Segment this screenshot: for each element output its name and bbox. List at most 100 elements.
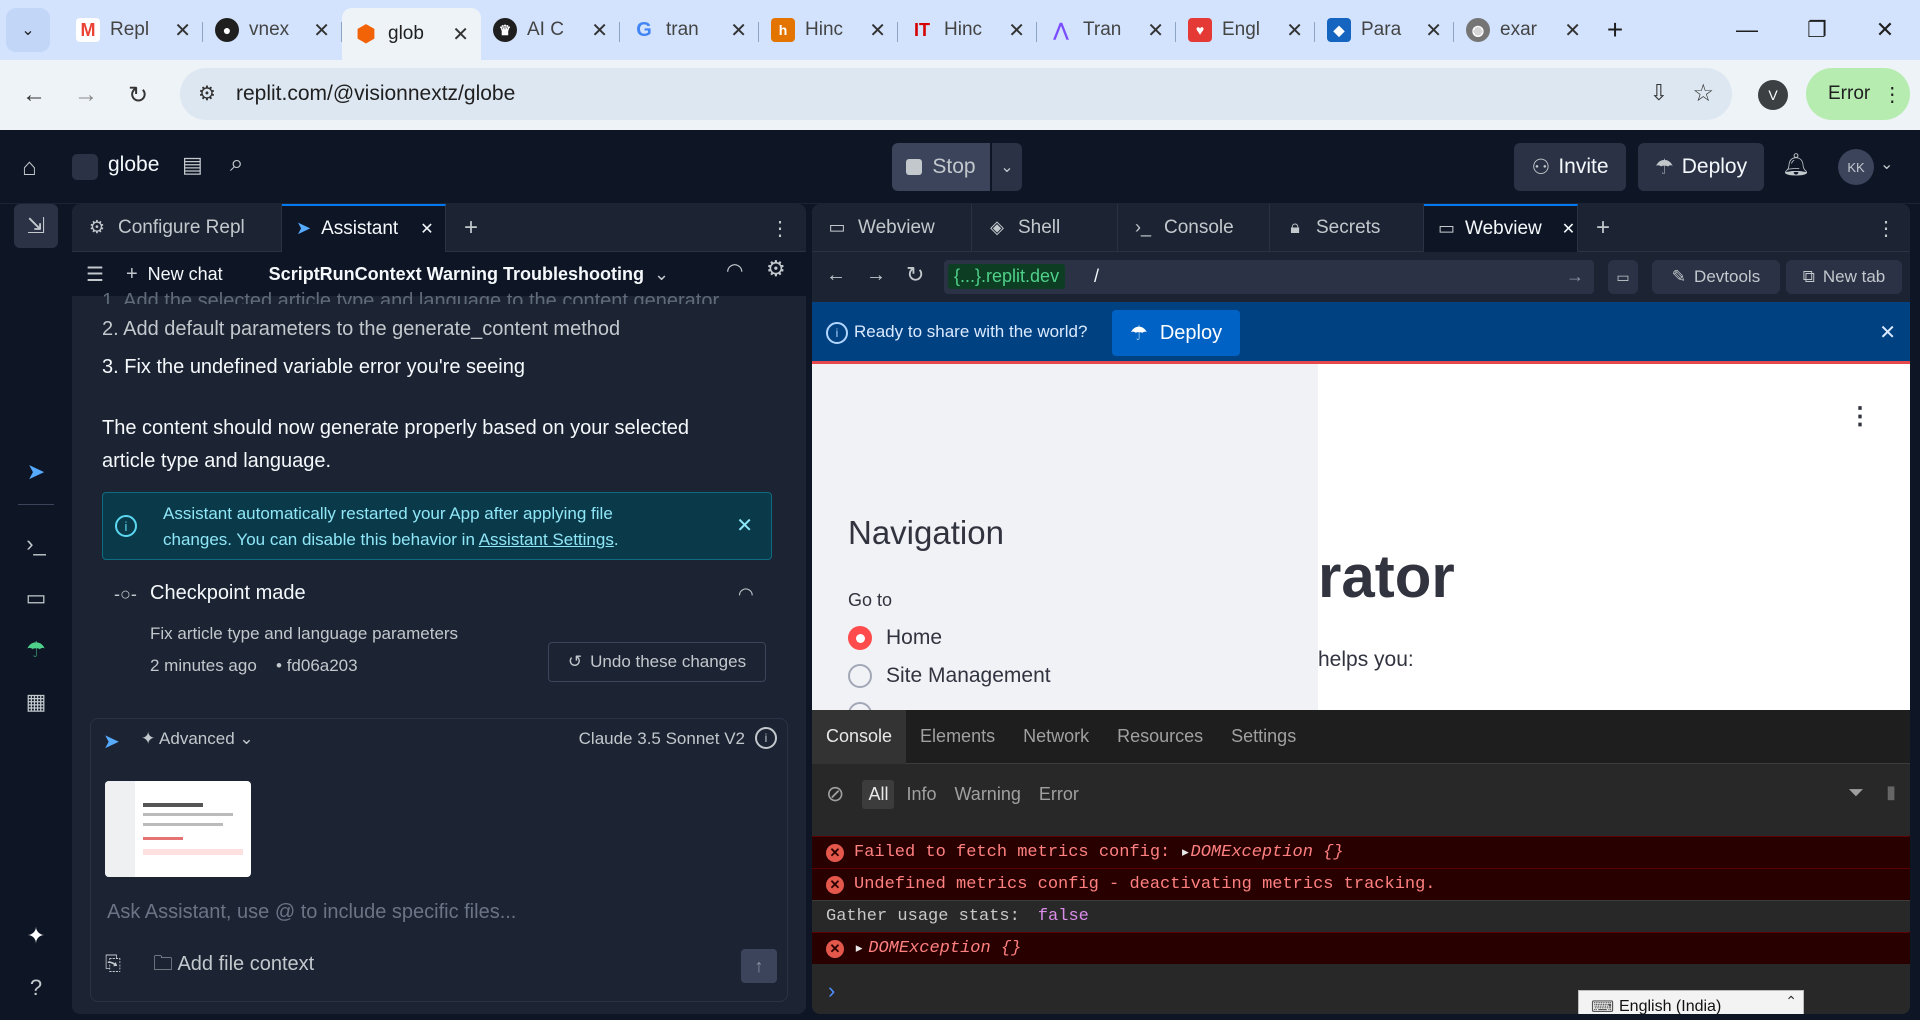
notification-bell-icon[interactable]: 🔔︎ [1782,152,1810,178]
device-icon[interactable]: ▭ [1608,260,1638,294]
deploy-button[interactable]: ☂ Deploy [1638,143,1764,191]
usage-gauge-icon[interactable]: ◠ [726,258,743,283]
new-tab-plus-icon[interactable]: + [1593,8,1637,52]
account-chevron-icon[interactable]: ⌄ [1880,154,1893,174]
browser-tab[interactable]: h Hinc ✕ [759,8,898,52]
bookmark-star-icon[interactable]: ☆ [1692,79,1714,108]
tab-webview[interactable]: ▭ Webview [812,204,972,252]
window-close-icon[interactable]: ✕ [1850,0,1920,60]
usage-gauge-icon[interactable]: ◠ [738,584,754,605]
stop-button[interactable]: Stop [892,143,990,191]
tab-search-button[interactable]: ⌄ [6,8,50,52]
files-icon[interactable]: ▤ [182,152,203,178]
close-icon[interactable]: ✕ [1286,18,1303,43]
shell-icon[interactable]: ›_ [14,522,58,566]
home-icon[interactable]: ⌂ [22,154,37,182]
radio-site-management[interactable]: Site Management [848,664,1051,688]
expand-triangle-icon[interactable]: ▸ [854,938,864,959]
tab-configure-repl[interactable]: ⚙ Configure Repl [72,204,282,252]
devtools-tab-network[interactable]: Network [1009,726,1103,747]
invite-button[interactable]: ⚇ Invite [1514,143,1626,191]
paperclip-icon[interactable]: ⎘ [105,953,121,976]
browser-tab[interactable]: M Repl ✕ [64,8,203,52]
app-menu-icon[interactable]: ⋮ [1848,402,1872,431]
add-file-context-button[interactable]: 🗀︎ Add file context [153,949,314,983]
repl-name[interactable]: globe [108,153,159,177]
filter-warning[interactable]: Warning [954,784,1020,805]
browser-error-button[interactable]: Error ⋮ [1806,68,1910,120]
language-select[interactable]: ⌨ English (India) ⌃ ⌄ [1578,990,1804,1014]
tools-grid-icon[interactable]: ▦ [14,680,58,724]
close-icon[interactable]: ✕ [1147,18,1164,43]
deployments-icon[interactable]: ☂ [14,628,58,672]
run-options-chevron-icon[interactable]: ⌄ [992,143,1022,191]
chat-input[interactable]: Ask Assistant, use @ to include specific… [107,901,516,924]
devtools-tab-settings[interactable]: Settings [1217,726,1310,747]
browser-tab[interactable]: ⋀ Tran ✕ [1037,8,1176,52]
filter-error[interactable]: Error [1039,784,1079,805]
close-icon[interactable]: ✕ [730,18,747,43]
close-icon[interactable]: ✕ [420,219,433,239]
go-arrow-icon[interactable]: → [1566,266,1584,287]
filter-all[interactable]: All [862,779,895,809]
settings-gear-icon[interactable]: ⚙ [766,256,786,282]
webview-url-input[interactable]: {...}.replit.dev / → [944,260,1594,294]
add-tab-plus-icon[interactable]: + [446,214,496,242]
chat-title[interactable]: ScriptRunContext Warning Troubleshooting [269,264,644,285]
devtools-tab-console[interactable]: Console [812,709,907,764]
add-tab-plus-icon[interactable]: + [1578,214,1628,242]
close-icon[interactable]: ✕ [174,18,191,43]
close-icon[interactable]: ✕ [452,22,469,47]
trash-icon[interactable]: ▮ [1886,782,1896,803]
devtools-button[interactable]: ✎ Devtools [1652,260,1780,294]
tab-assistant[interactable]: ➤ Assistant ✕ [282,204,446,252]
close-icon[interactable]: ✕ [1564,18,1581,43]
chat-list-icon[interactable]: ☰ [86,262,104,287]
back-arrow-icon[interactable]: ← [16,77,52,113]
model-selector[interactable]: Claude 3.5 Sonnet V2 [579,729,745,749]
browser-tab[interactable]: ● vnex ✕ [203,8,342,52]
close-icon[interactable]: ✕ [1879,320,1896,345]
close-icon[interactable]: ✕ [1562,219,1575,239]
reload-icon[interactable]: ↻ [120,77,156,113]
close-icon[interactable]: ✕ [1425,18,1442,43]
log-object[interactable]: DOMException {} [868,939,1021,958]
log-object[interactable]: DOMException {} [1191,843,1344,862]
forward-arrow-icon[interactable]: → [68,77,104,113]
close-icon[interactable]: ✕ [591,18,608,43]
browser-tab[interactable]: ♛ AI C ✕ [481,8,620,52]
browser-tab[interactable]: IT Hinc ✕ [898,8,1037,52]
close-icon[interactable]: ✕ [736,513,753,538]
url-bar[interactable]: ⚙ replit.com/@visionnextz/globe ⇩ ☆ [180,68,1732,120]
install-app-icon[interactable]: ⇩ [1650,80,1668,106]
help-icon[interactable]: ? [14,966,58,1010]
browser-tab-active[interactable]: ⬢ glob ✕ [342,8,481,60]
back-arrow-icon[interactable]: ← [826,264,846,287]
browser-tab[interactable]: ◆ Para ✕ [1315,8,1454,52]
browser-tab[interactable]: ♥ Engl ✕ [1176,8,1315,52]
banner-deploy-button[interactable]: ☂ Deploy [1112,310,1240,356]
filter-funnel-icon[interactable]: ⏷ [1848,782,1864,805]
profile-avatar[interactable]: V [1758,80,1788,110]
new-tab-button[interactable]: ⧉ New tab [1786,260,1902,294]
reload-icon[interactable]: ↻ [906,262,924,288]
search-icon[interactable]: ⌕ [230,150,243,178]
console-prompt-icon[interactable]: › [828,978,835,1004]
browser-tab[interactable]: ◍ exar ✕ [1454,8,1593,52]
toggle-sidebar-icon[interactable]: ⇲ [14,204,58,248]
filter-info[interactable]: Info [906,784,936,805]
pane-menu-icon[interactable]: ⋮ [1876,216,1896,241]
tab-console[interactable]: ›_ Console [1118,204,1270,252]
browser-tab[interactable]: G tran ✕ [620,8,759,52]
send-button[interactable]: ↑ [741,949,777,983]
clear-console-icon[interactable]: ⊘ [826,781,844,807]
assistant-icon[interactable]: ➤ [14,450,58,494]
expand-triangle-icon[interactable]: ▸ [1180,842,1190,863]
minimize-icon[interactable]: — [1712,0,1782,60]
assistant-settings-link[interactable]: Assistant Settings [479,530,614,549]
new-chat-button[interactable]: New chat [148,264,223,285]
attached-screenshot-thumbnail[interactable] [105,781,251,877]
close-icon[interactable]: ✕ [1008,18,1025,43]
close-icon[interactable]: ✕ [313,18,330,43]
pane-menu-icon[interactable]: ⋮ [770,216,790,241]
